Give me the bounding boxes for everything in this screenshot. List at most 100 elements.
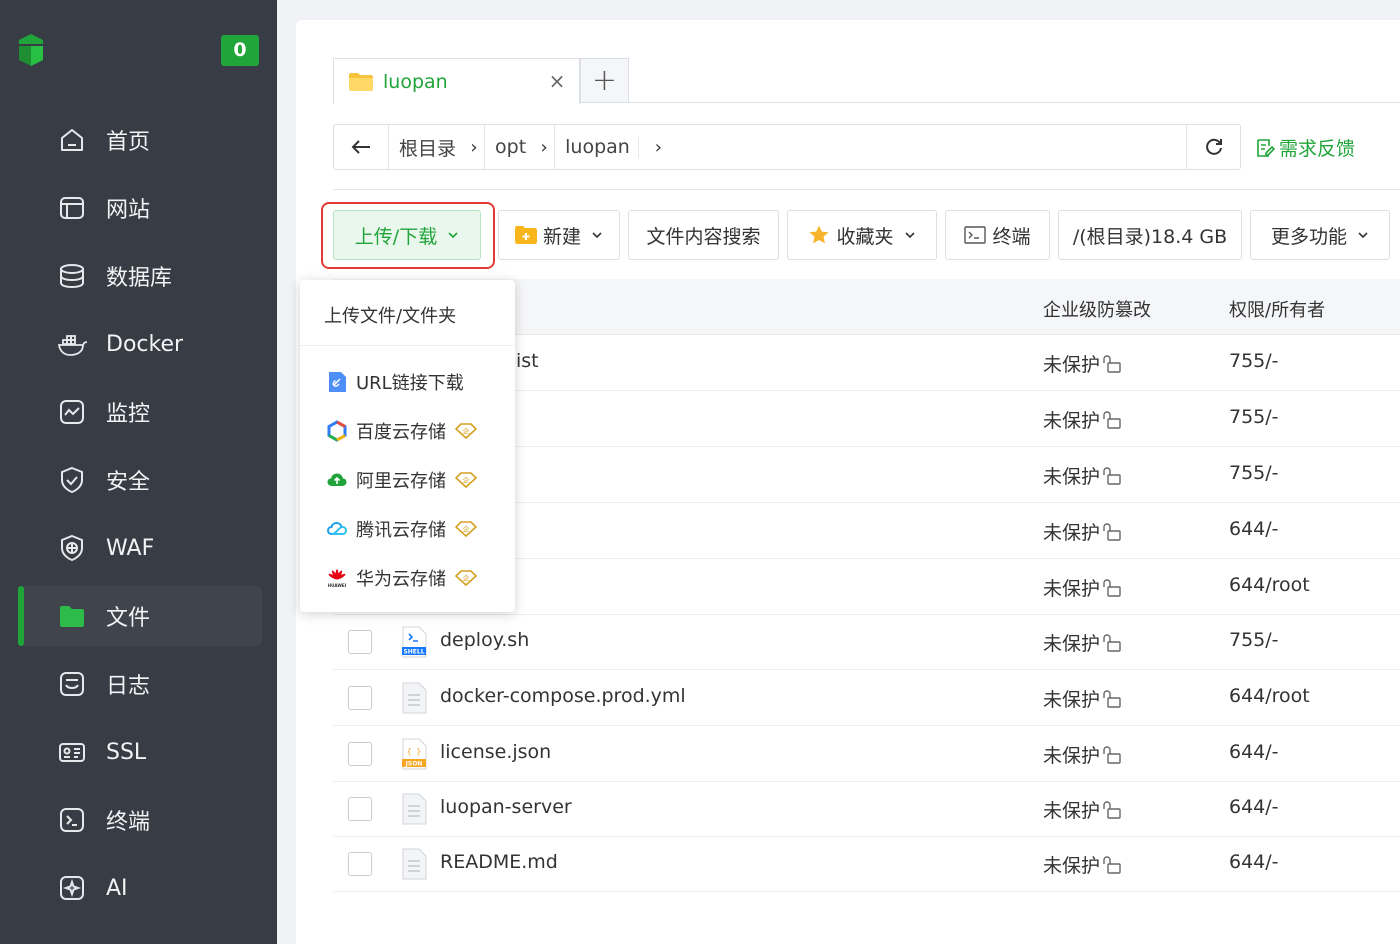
terminal-icon xyxy=(56,804,88,836)
file-name[interactable]: ist xyxy=(516,350,539,372)
ssl-icon xyxy=(56,736,88,768)
table-row[interactable]: docker-compose.prod.yml 未保护 644/root xyxy=(333,670,1400,726)
table-row[interactable]: README.md 未保护 644/- xyxy=(333,836,1400,892)
disk-button[interactable]: /(根目录)18.4 GB xyxy=(1058,210,1242,260)
back-button[interactable] xyxy=(334,125,389,169)
menu-item-baidu-cloud[interactable]: 百度云存储 企 xyxy=(300,409,515,453)
shell-file-icon: SHELL xyxy=(402,626,427,658)
sidebar-item-website[interactable]: 网站 xyxy=(18,178,262,238)
breadcrumb-item-root[interactable]: 根目录 › xyxy=(389,125,486,169)
table-row[interactable]: luopan-server 未保护 644/- xyxy=(333,781,1400,837)
row-checkbox[interactable] xyxy=(348,852,372,876)
column-header-permission[interactable]: 权限/所有者 xyxy=(1229,296,1325,322)
menu-item-label: 腾讯云存储 xyxy=(356,520,446,541)
protect-status[interactable]: 未保护 xyxy=(1043,685,1122,712)
favorites-button[interactable]: 收藏夹 xyxy=(787,210,937,260)
sidebar-item-docker[interactable]: Docker xyxy=(18,314,262,374)
menu-item-huawei-cloud[interactable]: HUAWEI 华为云存储 企 xyxy=(300,556,515,600)
tab-luopan[interactable]: luopan × xyxy=(333,58,580,104)
sidebar-item-label: 监控 xyxy=(106,402,151,427)
chevron-right-icon: › xyxy=(470,136,478,158)
row-checkbox[interactable] xyxy=(348,686,372,710)
permission[interactable]: 644/- xyxy=(1229,796,1279,818)
protect-status[interactable]: 未保护 xyxy=(1043,629,1122,656)
protect-status[interactable]: 未保护 xyxy=(1043,350,1122,377)
row-checkbox[interactable] xyxy=(348,797,372,821)
sidebar-item-label: Docker xyxy=(106,331,184,357)
chevron-down-icon xyxy=(1358,232,1368,239)
protect-label: 未保护 xyxy=(1043,466,1101,488)
sidebar-item-security[interactable]: 安全 xyxy=(18,450,262,510)
chevron-down-icon xyxy=(904,232,915,239)
pro-badge-icon: 企 xyxy=(454,472,478,489)
breadcrumb-label: 根目录 xyxy=(399,137,457,160)
notification-badge[interactable]: 0 xyxy=(221,35,259,66)
sidebar-item-logs[interactable]: 日志 xyxy=(18,654,262,714)
file-name[interactable]: luopan-server xyxy=(440,796,572,818)
sidebar-item-waf[interactable]: WAF xyxy=(18,518,262,578)
protect-status[interactable]: 未保护 xyxy=(1043,851,1122,878)
baidu-cloud-icon xyxy=(326,420,348,442)
sidebar-item-monitor[interactable]: 监控 xyxy=(18,382,262,442)
menu-item-url-download[interactable]: URL链接下载 xyxy=(300,360,515,404)
permission[interactable]: 644/- xyxy=(1229,518,1279,540)
file-name[interactable]: license.json xyxy=(440,741,551,763)
huawei-cloud-icon: HUAWEI xyxy=(326,567,348,589)
menu-item-label: 阿里云存储 xyxy=(356,471,446,492)
protect-status[interactable]: 未保护 xyxy=(1043,741,1122,768)
file-name[interactable]: docker-compose.prod.yml xyxy=(440,685,686,707)
sidebar-item-label: 数据库 xyxy=(106,266,173,291)
dropdown-header[interactable]: 上传文件/文件夹 xyxy=(300,280,515,346)
sidebar-item-label: 网站 xyxy=(106,198,151,223)
permission[interactable]: 644/root xyxy=(1229,574,1310,596)
permission[interactable]: 755/- xyxy=(1229,462,1279,484)
more-functions-button[interactable]: 更多功能 xyxy=(1250,210,1390,260)
protect-label: 未保护 xyxy=(1043,633,1101,655)
shield-icon xyxy=(56,464,88,496)
protect-status[interactable]: 未保护 xyxy=(1043,518,1122,545)
terminal-button[interactable]: 终端 xyxy=(945,210,1050,260)
sidebar-item-ai[interactable]: AI xyxy=(18,858,262,918)
sidebar-item-ssl[interactable]: SSL xyxy=(18,722,262,782)
permission[interactable]: 644/- xyxy=(1229,741,1279,763)
sidebar-item-home[interactable]: 首页 xyxy=(18,110,262,170)
column-header-protect[interactable]: 企业级防篡改 xyxy=(1043,296,1151,322)
json-label: JSON xyxy=(405,761,423,768)
permission[interactable]: 755/- xyxy=(1229,350,1279,372)
dropdown-header-label: 上传文件/文件夹 xyxy=(324,306,457,327)
breadcrumb: 根目录 › opt › luopan › xyxy=(333,124,1241,170)
breadcrumb-item-luopan[interactable]: luopan › xyxy=(555,125,668,169)
permission[interactable]: 755/- xyxy=(1229,629,1279,651)
sidebar-item-terminal[interactable]: 终端 xyxy=(18,790,262,850)
upload-dropdown-menu: 上传文件/文件夹 URL链接下载 百度云存储 企 阿里云存储 企 腾讯云存储 企… xyxy=(300,280,515,612)
protect-status[interactable]: 未保护 xyxy=(1043,574,1122,601)
content-search-button[interactable]: 文件内容搜索 xyxy=(628,210,779,260)
file-name[interactable]: deploy.sh xyxy=(440,629,529,651)
feedback-link[interactable]: 需求反馈 xyxy=(1255,134,1355,161)
sidebar-item-database[interactable]: 数据库 xyxy=(18,246,262,306)
table-row[interactable]: SHELL deploy.sh 未保护 755/- xyxy=(333,614,1400,670)
refresh-button[interactable] xyxy=(1186,124,1241,170)
sidebar-item-label: 文件 xyxy=(106,606,151,631)
protect-label: 未保护 xyxy=(1043,855,1101,877)
protect-status[interactable]: 未保护 xyxy=(1043,406,1122,433)
table-row[interactable]: { } JSON license.json 未保护 644/- xyxy=(333,726,1400,782)
add-tab-button[interactable]: + xyxy=(580,58,629,103)
chevron-right-icon: › xyxy=(540,136,548,158)
sidebar-item-label: WAF xyxy=(106,535,155,561)
breadcrumb-item-opt[interactable]: opt › xyxy=(485,125,556,169)
close-icon[interactable]: × xyxy=(547,71,567,91)
sidebar-item-files[interactable]: 文件 xyxy=(18,586,262,646)
row-checkbox[interactable] xyxy=(348,630,372,654)
permission[interactable]: 644/root xyxy=(1229,685,1310,707)
menu-item-aliyun[interactable]: 阿里云存储 企 xyxy=(300,458,515,502)
protect-label: 未保护 xyxy=(1043,354,1101,376)
file-name[interactable]: README.md xyxy=(440,851,558,873)
permission[interactable]: 755/- xyxy=(1229,406,1279,428)
protect-status[interactable]: 未保护 xyxy=(1043,462,1122,489)
row-checkbox[interactable] xyxy=(348,742,372,766)
menu-item-tencent-cloud[interactable]: 腾讯云存储 企 xyxy=(300,507,515,551)
protect-status[interactable]: 未保护 xyxy=(1043,796,1122,823)
permission[interactable]: 644/- xyxy=(1229,851,1279,873)
new-button[interactable]: 新建 xyxy=(498,210,620,260)
